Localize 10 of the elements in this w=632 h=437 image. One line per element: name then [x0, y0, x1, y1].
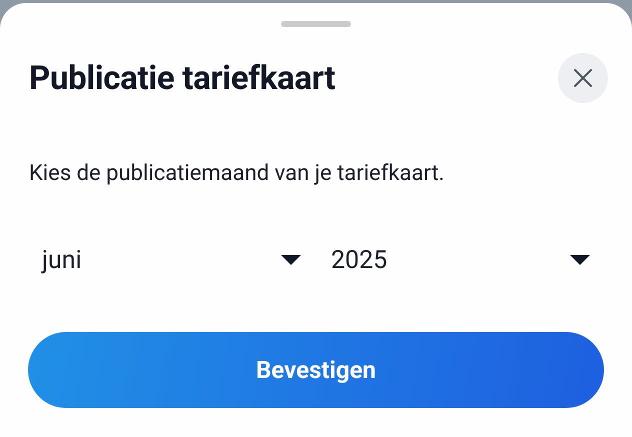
confirm-button[interactable]: Bevestigen — [28, 332, 604, 408]
sheet-title: Publicatie tariefkaart — [29, 58, 336, 98]
drag-handle[interactable] — [281, 21, 351, 27]
dropdown-caret-icon — [281, 255, 301, 265]
description-text: Kies de publicatiemaand van je tariefkaart. — [29, 161, 446, 186]
dropdown-caret-icon — [570, 255, 590, 265]
close-icon — [573, 68, 593, 88]
dropdown[interactable]: juni — [42, 242, 301, 278]
dropdown[interactable]: 2025 — [331, 242, 590, 278]
close-button[interactable] — [558, 53, 608, 103]
